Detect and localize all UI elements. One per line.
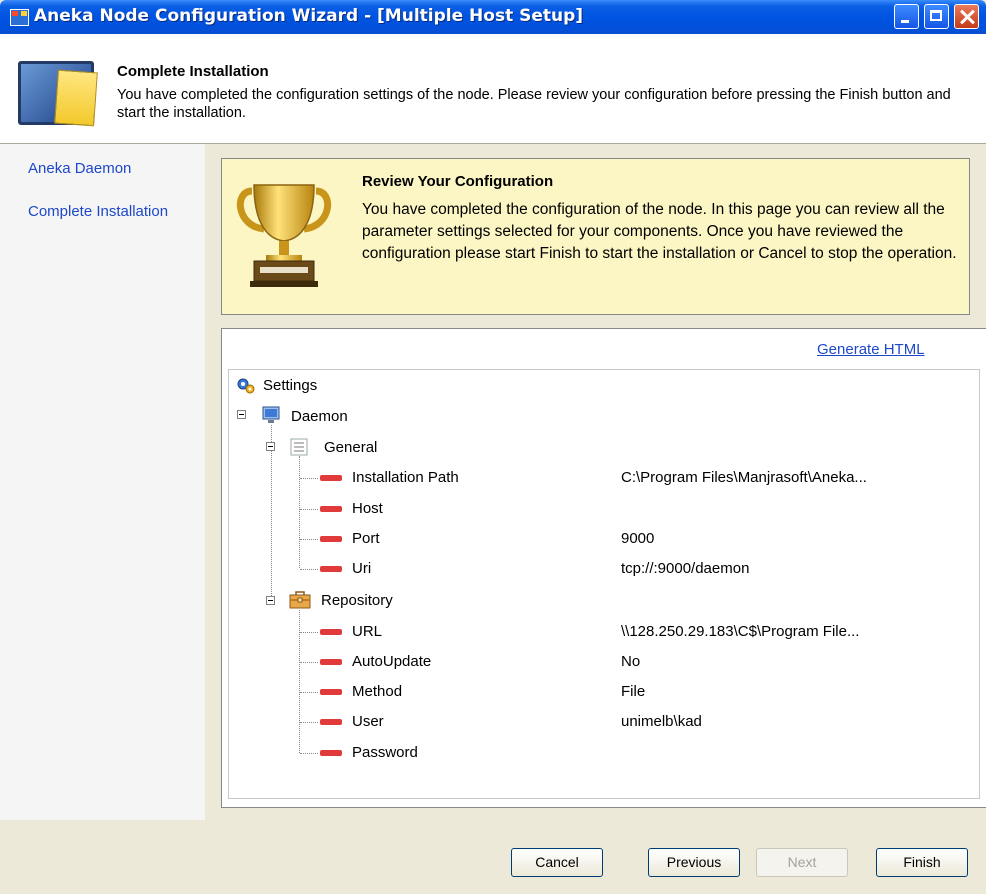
property-icon: [320, 566, 342, 572]
property-icon: [320, 659, 342, 665]
collapse-repository-icon[interactable]: [266, 596, 275, 605]
property-name[interactable]: Uri: [352, 560, 371, 577]
trophy-icon: [236, 184, 332, 287]
tree-line: [300, 722, 318, 723]
property-icon: [320, 719, 342, 725]
tree-line: [300, 569, 318, 570]
collapse-general-icon[interactable]: [266, 442, 275, 451]
finish-button[interactable]: Finish: [876, 848, 968, 877]
tree-node-daemon[interactable]: Daemon: [291, 408, 348, 425]
wizard-steps-nav: [0, 144, 205, 820]
tree-node-repository[interactable]: Repository: [321, 592, 393, 609]
review-text: You have completed the configuration of …: [362, 201, 957, 262]
review-title: Review Your Configuration: [362, 173, 554, 190]
settings-tree[interactable]: [228, 369, 980, 799]
minimize-button[interactable]: [894, 4, 919, 29]
briefcase-icon: [289, 591, 311, 609]
tree-line: [300, 539, 318, 540]
tree-line: [300, 632, 318, 633]
tree-line: [300, 753, 318, 754]
settings-gear-icon: [237, 378, 255, 394]
app-icon: [10, 9, 29, 26]
close-button[interactable]: [954, 4, 979, 29]
header-description: You have completed the configuration set…: [117, 87, 951, 121]
property-value: tcp://:9000/daemon: [621, 560, 750, 577]
tree-node-settings[interactable]: Settings: [263, 377, 317, 394]
tree-line: [300, 692, 318, 693]
property-icon: [320, 689, 342, 695]
tree-node-general[interactable]: General: [324, 439, 377, 456]
monitor-note-icon: [18, 55, 98, 135]
property-icon: [320, 750, 342, 756]
tree-line: [271, 425, 272, 600]
previous-button[interactable]: Previous: [648, 848, 740, 877]
property-name[interactable]: Port: [352, 530, 380, 547]
property-name[interactable]: AutoUpdate: [352, 653, 431, 670]
property-name[interactable]: Host: [352, 500, 383, 517]
property-name[interactable]: User: [352, 713, 384, 730]
next-button[interactable]: Next: [756, 848, 848, 877]
nav-item-complete-installation[interactable]: Complete Installation: [28, 203, 168, 220]
property-name[interactable]: Installation Path: [352, 469, 459, 486]
property-icon: [320, 536, 342, 542]
property-name[interactable]: Password: [352, 744, 418, 761]
tree-line: [300, 478, 318, 479]
property-value: C:\Program Files\Manjrasoft\Aneka...: [621, 469, 867, 486]
maximize-button[interactable]: [924, 4, 949, 29]
property-value: \\128.250.29.183\C$\Program File...: [621, 623, 860, 640]
property-value: 9000: [621, 530, 655, 547]
collapse-daemon-icon[interactable]: [237, 410, 246, 419]
nav-item-aneka-daemon[interactable]: Aneka Daemon: [28, 160, 131, 177]
cancel-button[interactable]: Cancel: [511, 848, 603, 877]
title-bar[interactable]: Aneka Node Configuration Wizard - [Multi…: [0, 0, 986, 34]
property-value: No: [621, 653, 641, 670]
property-icon: [320, 475, 342, 481]
window-title: Aneka Node Configuration Wizard - [Multi…: [34, 6, 584, 26]
list-icon: [290, 438, 308, 456]
computer-icon: [262, 406, 280, 423]
generate-html-link[interactable]: Generate HTML: [817, 341, 925, 358]
header-title: Complete Installation: [117, 63, 269, 80]
wizard-window: Aneka Node Configuration Wizard - [Multi…: [0, 0, 986, 894]
property-name[interactable]: Method: [352, 683, 402, 700]
tree-line: [299, 456, 300, 568]
property-name[interactable]: URL: [352, 623, 382, 640]
property-icon: [320, 629, 342, 635]
property-value: unimelb\kad: [621, 713, 702, 730]
tree-line: [300, 662, 318, 663]
property-icon: [320, 506, 342, 512]
tree-line: [300, 509, 318, 510]
property-value: File: [621, 683, 646, 700]
